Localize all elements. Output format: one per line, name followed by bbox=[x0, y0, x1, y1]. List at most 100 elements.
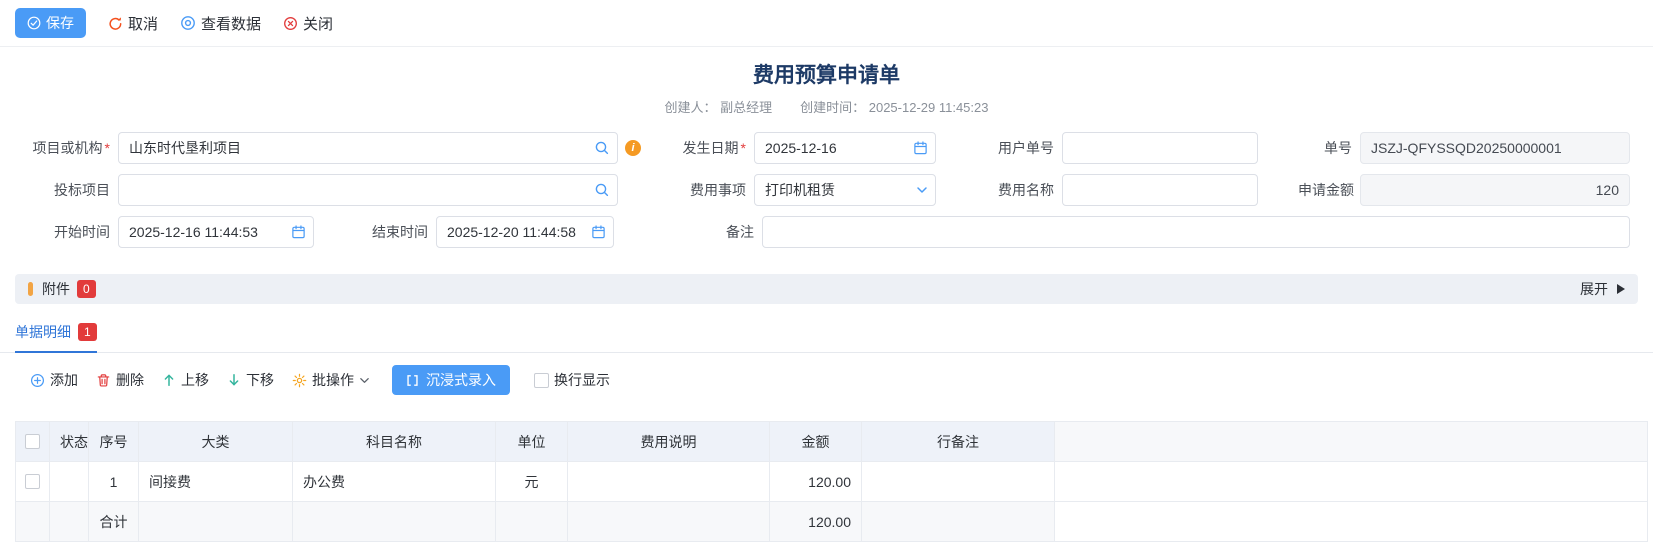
table-header-row: 状态 序号 大类 科目名称 单位 费用说明 金额 行备注 bbox=[16, 422, 1648, 462]
move-down-button[interactable]: 下移 bbox=[227, 370, 274, 390]
eye-icon bbox=[180, 15, 196, 31]
tab-detail-label: 单据明细 bbox=[15, 322, 71, 342]
detail-table: 状态 序号 大类 科目名称 单位 费用说明 金额 行备注 1 间接费 办公费 元… bbox=[15, 421, 1648, 542]
end-time-field-wrap bbox=[436, 216, 614, 248]
project-label: 项目或机构 bbox=[15, 138, 118, 158]
bid-label: 投标项目 bbox=[15, 180, 118, 200]
trash-icon bbox=[96, 373, 111, 388]
info-icon[interactable]: i bbox=[625, 140, 641, 156]
row-seq: 1 bbox=[89, 462, 139, 502]
attachment-bar[interactable]: 附件 0 展开 bbox=[15, 274, 1638, 304]
end-time-input[interactable] bbox=[436, 216, 614, 248]
expense-item-select-wrap: 打印机租赁 bbox=[754, 174, 936, 206]
total-unit bbox=[496, 502, 568, 542]
attachment-count-badge: 0 bbox=[77, 280, 96, 298]
tab-detail-badge: 1 bbox=[78, 323, 97, 341]
total-category bbox=[139, 502, 293, 542]
date-input[interactable] bbox=[754, 132, 936, 164]
expand-button[interactable]: 展开 bbox=[1580, 279, 1625, 299]
tab-detail[interactable]: 单据明细 1 bbox=[15, 322, 97, 353]
total-remark bbox=[862, 502, 1055, 542]
search-icon[interactable] bbox=[594, 182, 610, 198]
bid-input[interactable] bbox=[118, 174, 618, 206]
total-subject bbox=[293, 502, 496, 542]
amount-label: 申请金额 bbox=[1298, 180, 1360, 200]
select-all-checkbox[interactable] bbox=[25, 434, 40, 449]
wrap-display-checkbox[interactable] bbox=[534, 373, 549, 388]
cancel-button[interactable]: 取消 bbox=[108, 13, 158, 34]
triangle-right-icon bbox=[1617, 284, 1625, 294]
brackets-icon bbox=[406, 374, 419, 387]
row-remark[interactable] bbox=[862, 462, 1055, 502]
view-data-label: 查看数据 bbox=[201, 13, 261, 34]
doc-no-label: 单号 bbox=[1298, 138, 1360, 158]
col-unit: 单位 bbox=[496, 422, 568, 462]
user-no-field-wrap bbox=[1062, 132, 1258, 164]
calendar-icon[interactable] bbox=[591, 225, 606, 240]
gear-icon bbox=[292, 373, 307, 388]
chevron-down-icon[interactable] bbox=[916, 184, 928, 196]
form-row-3: 开始时间 结束时间 备注 bbox=[15, 216, 1653, 248]
delete-row-button[interactable]: 删除 bbox=[96, 370, 144, 390]
expense-name-label: 费用名称 bbox=[970, 180, 1062, 200]
calendar-icon[interactable] bbox=[913, 141, 928, 156]
calendar-icon[interactable] bbox=[291, 225, 306, 240]
table-total-row: 合计 120.00 bbox=[16, 502, 1648, 542]
date-field-wrap bbox=[754, 132, 936, 164]
user-no-input[interactable] bbox=[1062, 132, 1258, 164]
cancel-button-label: 取消 bbox=[128, 13, 158, 34]
document-meta: 创建人： 副总经理 创建时间： 2025-12-29 11:45:23 bbox=[0, 97, 1653, 116]
row-checkbox[interactable] bbox=[25, 474, 40, 489]
row-subject[interactable]: 办公费 bbox=[293, 462, 496, 502]
immersive-entry-button[interactable]: 沉浸式录入 bbox=[392, 365, 510, 395]
move-up-button[interactable]: 上移 bbox=[162, 370, 209, 390]
total-status bbox=[50, 502, 89, 542]
close-button[interactable]: 关闭 bbox=[283, 13, 333, 34]
remark-input[interactable] bbox=[762, 216, 1630, 248]
col-desc: 费用说明 bbox=[568, 422, 770, 462]
table-row[interactable]: 1 间接费 办公费 元 120.00 bbox=[16, 462, 1648, 502]
expense-name-input[interactable] bbox=[1062, 174, 1258, 206]
doc-no-input bbox=[1360, 132, 1630, 164]
close-circle-icon bbox=[283, 16, 298, 31]
row-filler bbox=[1055, 462, 1648, 502]
row-unit[interactable]: 元 bbox=[496, 462, 568, 502]
delete-row-label: 删除 bbox=[116, 370, 144, 390]
row-amount[interactable]: 120.00 bbox=[770, 462, 862, 502]
start-time-input[interactable] bbox=[118, 216, 314, 248]
batch-operation-label: 批操作 bbox=[312, 370, 354, 390]
attachment-label: 附件 bbox=[42, 279, 70, 299]
row-desc[interactable] bbox=[568, 462, 770, 502]
row-category[interactable]: 间接费 bbox=[139, 462, 293, 502]
add-row-button[interactable]: 添加 bbox=[30, 370, 78, 390]
remark-field-wrap bbox=[762, 216, 1630, 248]
created-time-text: 创建时间： 2025-12-29 11:45:23 bbox=[800, 97, 988, 116]
project-input[interactable] bbox=[118, 132, 618, 164]
amount-field-wrap bbox=[1360, 174, 1630, 206]
form-row-2: 投标项目 费用事项 打印机租赁 费用名称 申请金额 bbox=[15, 174, 1653, 206]
section-marker bbox=[28, 282, 33, 296]
remark-label: 备注 bbox=[676, 222, 762, 242]
expense-item-select[interactable]: 打印机租赁 bbox=[754, 174, 936, 206]
col-amount: 金额 bbox=[770, 422, 862, 462]
view-data-button[interactable]: 查看数据 bbox=[180, 13, 261, 34]
header-form: 项目或机构 i 发生日期 用户单号 单号 投标项目 bbox=[0, 132, 1653, 248]
col-status: 状态 bbox=[50, 422, 89, 462]
save-button-label: 保存 bbox=[46, 13, 74, 33]
expand-label: 展开 bbox=[1580, 279, 1608, 299]
wrap-display-toggle[interactable]: 换行显示 bbox=[534, 370, 610, 390]
total-amount: 120.00 bbox=[770, 502, 862, 542]
search-icon[interactable] bbox=[594, 140, 610, 156]
batch-operation-button[interactable]: 批操作 bbox=[292, 370, 370, 390]
user-no-label: 用户单号 bbox=[970, 138, 1062, 158]
col-subject: 科目名称 bbox=[293, 422, 496, 462]
total-desc bbox=[568, 502, 770, 542]
chevron-down-icon bbox=[359, 375, 370, 386]
expense-item-value: 打印机租赁 bbox=[765, 180, 835, 200]
creator-text: 创建人： 副总经理 bbox=[665, 97, 773, 116]
start-time-field-wrap bbox=[118, 216, 314, 248]
total-filler bbox=[1055, 502, 1648, 542]
arrow-up-icon bbox=[162, 373, 176, 387]
date-label: 发生日期 bbox=[656, 138, 754, 158]
save-button[interactable]: 保存 bbox=[15, 8, 86, 38]
